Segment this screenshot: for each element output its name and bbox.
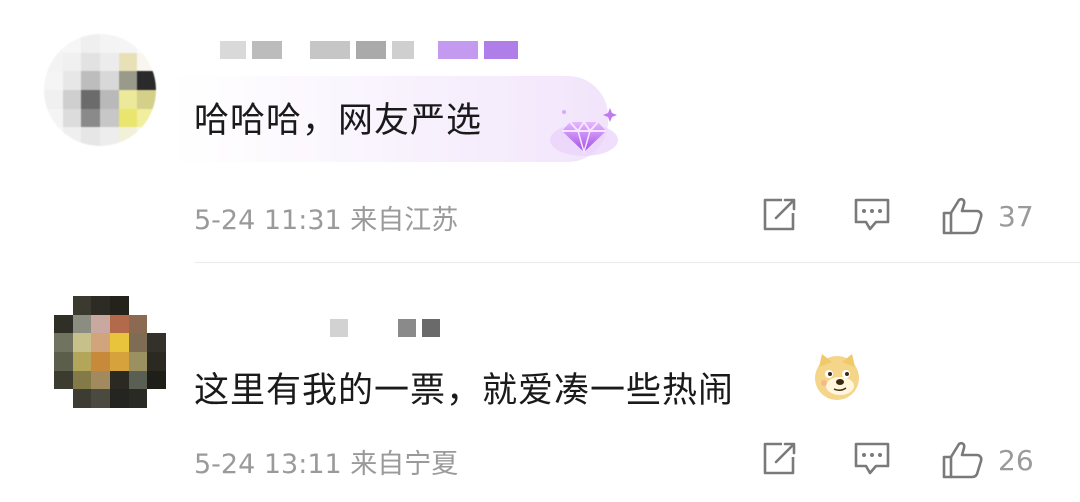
reply-button[interactable] <box>852 440 892 478</box>
comment-item: 哈哈哈，网友严选 5-24 11:31 来自江苏 37 <box>0 0 1080 263</box>
comment-time: 13:11 <box>263 449 342 480</box>
username-blurred[interactable] <box>330 316 440 340</box>
thumbs-up-icon <box>942 197 983 235</box>
like-count: 37 <box>998 199 1034 233</box>
purple-diamond-badge-icon <box>548 100 620 162</box>
comment-text: 哈哈哈，网友严选 <box>194 101 483 141</box>
comment-meta: 5-24 13:11 来自宁夏 <box>194 442 458 481</box>
comment-location: 来自江苏 <box>350 205 459 236</box>
username-blurred[interactable] <box>220 38 518 62</box>
comment-divider <box>194 262 1080 263</box>
comment-text: 这里有我的一票，就爱凑一些热闹 <box>194 371 735 411</box>
comment-icon <box>854 198 890 231</box>
thumbs-up-icon <box>942 441 983 479</box>
comment-date: 5-24 <box>194 449 256 480</box>
like-button[interactable]: 26 <box>940 440 1034 480</box>
share-button[interactable] <box>760 440 798 478</box>
like-button[interactable]: 37 <box>940 196 1034 236</box>
comment-item: 这里有我的一票，就爱凑一些热闹 5-24 13:11 来自宁夏 26 <box>0 264 1080 502</box>
avatar[interactable] <box>54 296 166 408</box>
comment-location: 来自宁夏 <box>350 449 459 480</box>
share-icon <box>763 442 796 475</box>
comment-meta: 5-24 11:31 来自江苏 <box>194 198 458 237</box>
comment-date: 5-24 <box>194 205 256 236</box>
doge-emoji-icon <box>812 352 862 402</box>
share-button[interactable] <box>760 196 798 234</box>
avatar[interactable] <box>44 34 156 146</box>
reply-button[interactable] <box>852 196 892 234</box>
comment-time: 11:31 <box>263 205 342 236</box>
comment-icon <box>854 442 890 475</box>
like-count: 26 <box>998 443 1034 477</box>
share-icon <box>763 198 796 231</box>
